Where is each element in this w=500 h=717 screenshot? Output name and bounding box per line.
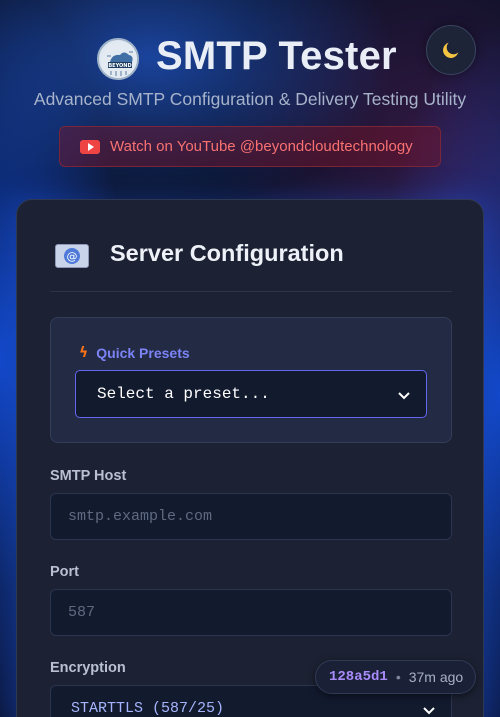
port-input[interactable]: 587 <box>50 589 452 636</box>
commit-hash: 128a5d1 <box>329 669 388 685</box>
svg-text:BEYOND: BEYOND <box>108 63 131 69</box>
lightning-icon: ϟ <box>79 345 89 361</box>
smtp-host-placeholder: smtp.example.com <box>68 508 213 525</box>
smtp-host-input[interactable]: smtp.example.com <box>50 493 452 540</box>
preset-select[interactable]: Select a preset... <box>75 370 427 418</box>
moon-icon <box>443 42 459 58</box>
encryption-select-value: STARTTLS (587/25) <box>71 700 225 717</box>
theme-toggle-button[interactable] <box>426 25 476 75</box>
encryption-label: Encryption <box>50 660 126 676</box>
chevron-down-icon <box>398 392 410 400</box>
card-header: @ Server Configuration <box>17 200 483 293</box>
quick-presets-text: Quick Presets <box>96 345 190 361</box>
divider <box>50 291 452 292</box>
page-title: SMTP Tester <box>156 34 397 78</box>
port-placeholder: 587 <box>68 604 96 621</box>
quick-presets-panel: ϟ Quick Presets Select a preset... <box>50 317 452 443</box>
page-subtitle: Advanced SMTP Configuration & Delivery T… <box>33 89 467 109</box>
build-info-badge: 128a5d1 • 37m ago <box>315 660 476 694</box>
chevron-down-icon <box>423 707 435 715</box>
brand-logo: BEYOND <box>97 38 139 80</box>
page-header: BEYOND SMTP Tester Advanced SMTP Configu… <box>0 0 500 190</box>
preset-select-value: Select a preset... <box>97 385 270 403</box>
server-configuration-card: @ Server Configuration ϟ Quick Presets S… <box>16 199 484 717</box>
separator-dot: • <box>395 669 401 685</box>
youtube-icon <box>80 139 100 154</box>
card-title: Server Configuration <box>110 240 344 266</box>
email-at-icon: @ <box>55 244 89 268</box>
youtube-link[interactable]: Watch on YouTube @beyondcloudtechnology <box>59 126 441 167</box>
quick-presets-label: ϟ Quick Presets <box>79 345 190 361</box>
port-label: Port <box>50 564 79 580</box>
build-age: 37m ago <box>408 669 464 685</box>
smtp-host-label: SMTP Host <box>50 468 127 484</box>
youtube-link-label: Watch on YouTube @beyondcloudtechnology <box>110 138 413 155</box>
